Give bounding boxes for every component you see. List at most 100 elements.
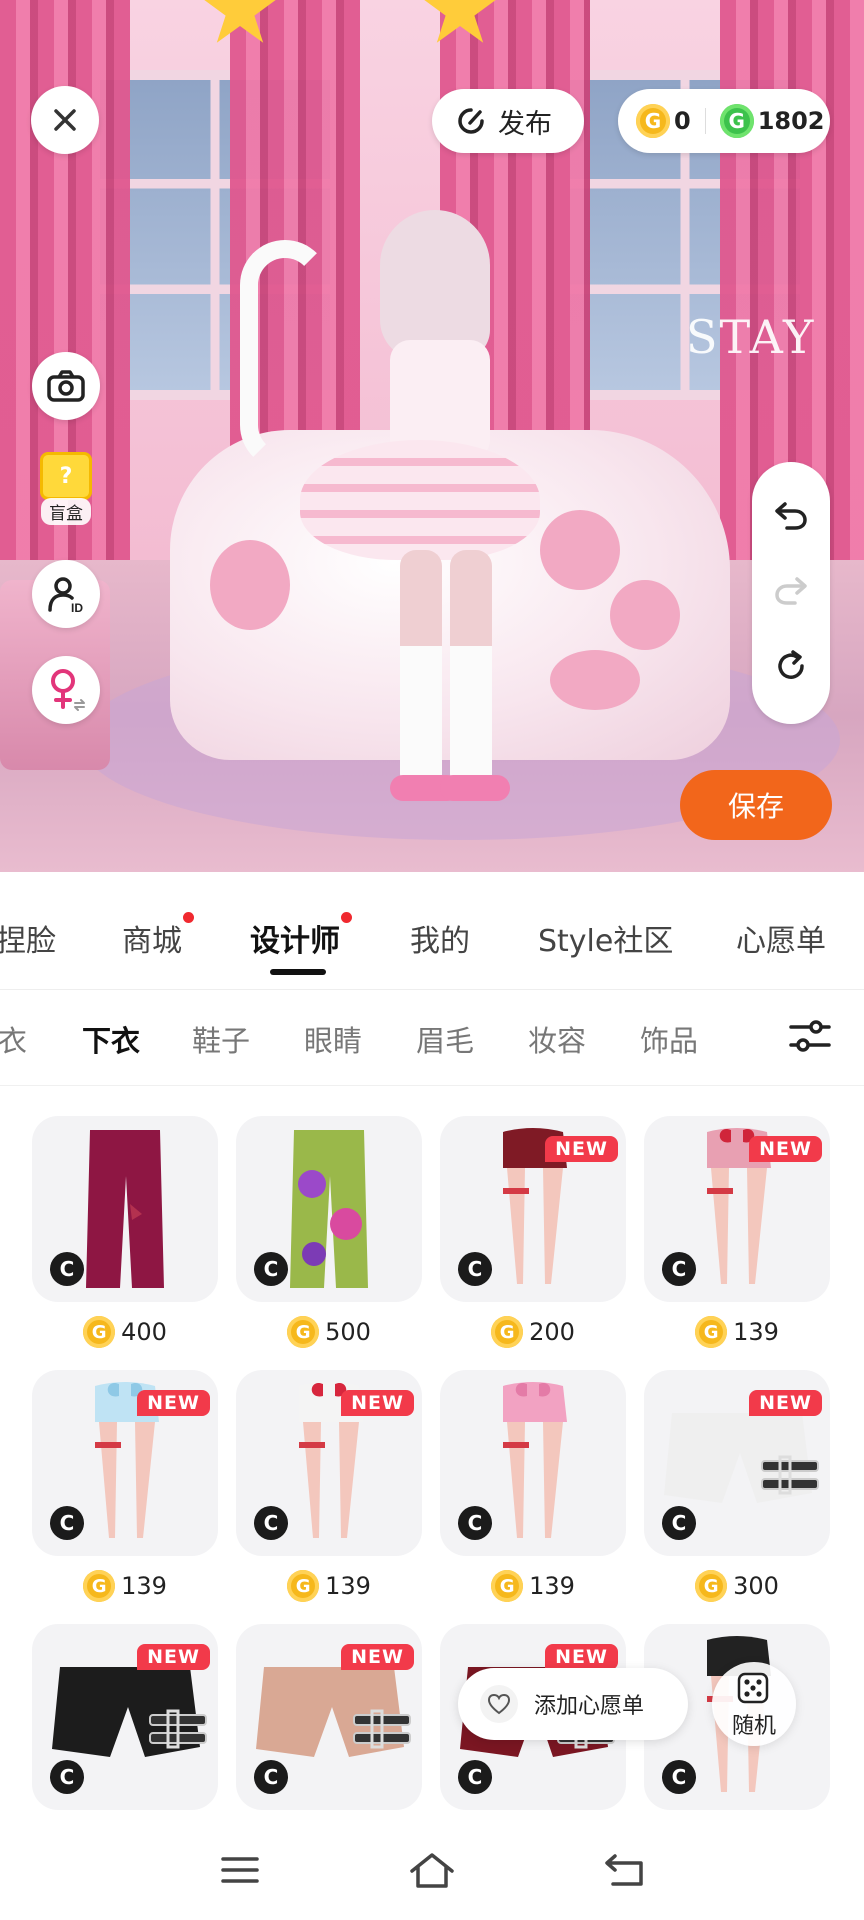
gold-coin-icon: G bbox=[83, 1570, 116, 1602]
gold-coin-icon: G bbox=[491, 1570, 524, 1602]
gold-coin-icon: G bbox=[287, 1570, 320, 1602]
category-shoes[interactable]: 鞋子 bbox=[192, 1018, 250, 1060]
add-wishlist-label: 添加心愿单 bbox=[534, 1694, 645, 1719]
heart-icon bbox=[480, 1685, 518, 1723]
category-eyebrows[interactable]: 眉毛 bbox=[416, 1018, 474, 1060]
publish-button[interactable]: 发布 bbox=[432, 89, 584, 153]
category-tops[interactable]: 衣 bbox=[0, 1018, 27, 1060]
active-tab-indicator bbox=[270, 969, 326, 975]
publish-icon bbox=[458, 108, 484, 134]
item-card[interactable]: NEW C bbox=[644, 1370, 830, 1556]
tab-mine[interactable]: 我的 bbox=[410, 916, 470, 960]
price-value: 500 bbox=[325, 1318, 371, 1346]
blind-box-label: 盲盒 bbox=[41, 498, 91, 525]
creator-badge-icon: C bbox=[50, 1760, 84, 1794]
gold-coin-icon: G bbox=[695, 1570, 728, 1602]
price-value: 139 bbox=[529, 1572, 575, 1600]
back-nav-button[interactable] bbox=[594, 1842, 654, 1898]
avatar-id-button[interactable]: ID bbox=[32, 560, 100, 628]
category-makeup[interactable]: 妆容 bbox=[528, 1018, 586, 1060]
new-badge: NEW bbox=[749, 1136, 822, 1162]
blind-box-icon: ? bbox=[40, 452, 92, 500]
creator-badge-icon: C bbox=[458, 1506, 492, 1540]
dice-icon bbox=[737, 1672, 769, 1704]
random-label: 随机 bbox=[731, 1714, 776, 1739]
female-switch-icon bbox=[51, 669, 85, 711]
price-value: 139 bbox=[733, 1318, 779, 1346]
item-card[interactable]: C bbox=[236, 1116, 422, 1302]
add-wishlist-button[interactable]: 添加心愿单 bbox=[458, 1668, 688, 1740]
gold-coin-icon: G bbox=[636, 104, 670, 138]
menu-icon bbox=[221, 1857, 259, 1883]
new-badge: NEW bbox=[545, 1644, 618, 1670]
creator-badge-icon: C bbox=[458, 1252, 492, 1286]
home-nav-button[interactable] bbox=[402, 1842, 462, 1898]
item-price: G 139 bbox=[236, 1566, 422, 1606]
creator-badge-icon: C bbox=[254, 1506, 288, 1540]
notification-dot bbox=[183, 912, 194, 923]
item-card[interactable]: NEW C bbox=[644, 1116, 830, 1302]
creator-badge-icon: C bbox=[662, 1252, 696, 1286]
avatar-leg bbox=[400, 550, 442, 790]
creator-badge-icon: C bbox=[50, 1252, 84, 1286]
tab-wishlist[interactable]: 心愿单 bbox=[736, 916, 826, 960]
save-button[interactable]: 保存 bbox=[680, 770, 832, 840]
random-button[interactable]: 随机 bbox=[712, 1662, 796, 1746]
item-card[interactable]: NEW C bbox=[440, 1116, 626, 1302]
avatar-tail bbox=[240, 240, 330, 470]
price-value: 139 bbox=[121, 1572, 167, 1600]
gem-coin-icon: G bbox=[719, 104, 754, 138]
avatar-hair bbox=[380, 210, 490, 360]
history-controls bbox=[752, 462, 830, 724]
new-badge: NEW bbox=[749, 1390, 822, 1416]
new-badge: NEW bbox=[545, 1136, 618, 1162]
creator-badge-icon: C bbox=[662, 1506, 696, 1540]
item-card[interactable]: NEW C bbox=[236, 1624, 422, 1810]
new-badge: NEW bbox=[137, 1390, 210, 1416]
gold-coin-icon: G bbox=[83, 1316, 116, 1348]
creator-badge-icon: C bbox=[662, 1760, 696, 1794]
redo-button[interactable] bbox=[773, 573, 809, 611]
gender-switch-button[interactable] bbox=[32, 656, 100, 724]
menu-nav-button[interactable] bbox=[210, 1842, 270, 1898]
reset-button[interactable] bbox=[773, 648, 809, 688]
undo-icon bbox=[775, 502, 807, 531]
avatar-character[interactable] bbox=[240, 200, 560, 820]
scene-overlay-text: STAY bbox=[686, 310, 816, 364]
item-card[interactable]: NEW C bbox=[32, 1370, 218, 1556]
tab-style-community[interactable]: Style社区 bbox=[538, 916, 673, 960]
blind-box-button[interactable]: ? 盲盒 bbox=[32, 452, 100, 530]
category-eyes[interactable]: 眼睛 bbox=[304, 1018, 362, 1060]
tab-face[interactable]: 捏脸 bbox=[0, 916, 56, 960]
item-card[interactable]: C bbox=[32, 1116, 218, 1302]
item-card[interactable]: NEW C bbox=[32, 1624, 218, 1810]
gold-balance: 0 bbox=[674, 107, 691, 135]
paw-print bbox=[550, 650, 640, 710]
new-badge: NEW bbox=[137, 1644, 210, 1670]
redo-icon bbox=[775, 577, 807, 605]
main-tab-bar: 捏脸 商城 设计师 我的 Style社区 心愿单 bbox=[0, 880, 864, 990]
camera-button[interactable] bbox=[32, 352, 100, 420]
avatar-shoe bbox=[440, 775, 510, 801]
close-icon bbox=[54, 109, 76, 131]
currency-balance[interactable]: G 0 G 1802 bbox=[618, 89, 830, 153]
undo-button[interactable] bbox=[773, 498, 809, 536]
category-bottoms[interactable]: 下衣 bbox=[82, 1018, 140, 1060]
item-price: G 300 bbox=[644, 1566, 830, 1606]
gem-balance: 1802 bbox=[757, 107, 825, 135]
creator-badge-icon: C bbox=[254, 1252, 288, 1286]
item-card[interactable]: C bbox=[440, 1370, 626, 1556]
svg-text:ID: ID bbox=[71, 601, 83, 614]
home-icon bbox=[410, 1853, 454, 1888]
filter-button[interactable] bbox=[786, 1010, 834, 1062]
new-badge: NEW bbox=[341, 1390, 414, 1416]
system-nav-bar bbox=[0, 1820, 864, 1920]
back-icon bbox=[605, 1854, 643, 1886]
tab-designer[interactable]: 设计师 bbox=[250, 912, 352, 960]
item-card[interactable]: NEW C bbox=[236, 1370, 422, 1556]
tab-shop[interactable]: 商城 bbox=[122, 912, 194, 960]
filter-sliders-icon bbox=[789, 1020, 831, 1052]
category-accessories[interactable]: 饰品 bbox=[640, 1018, 698, 1060]
publish-label: 发布 bbox=[498, 108, 552, 140]
close-button[interactable] bbox=[31, 86, 99, 154]
